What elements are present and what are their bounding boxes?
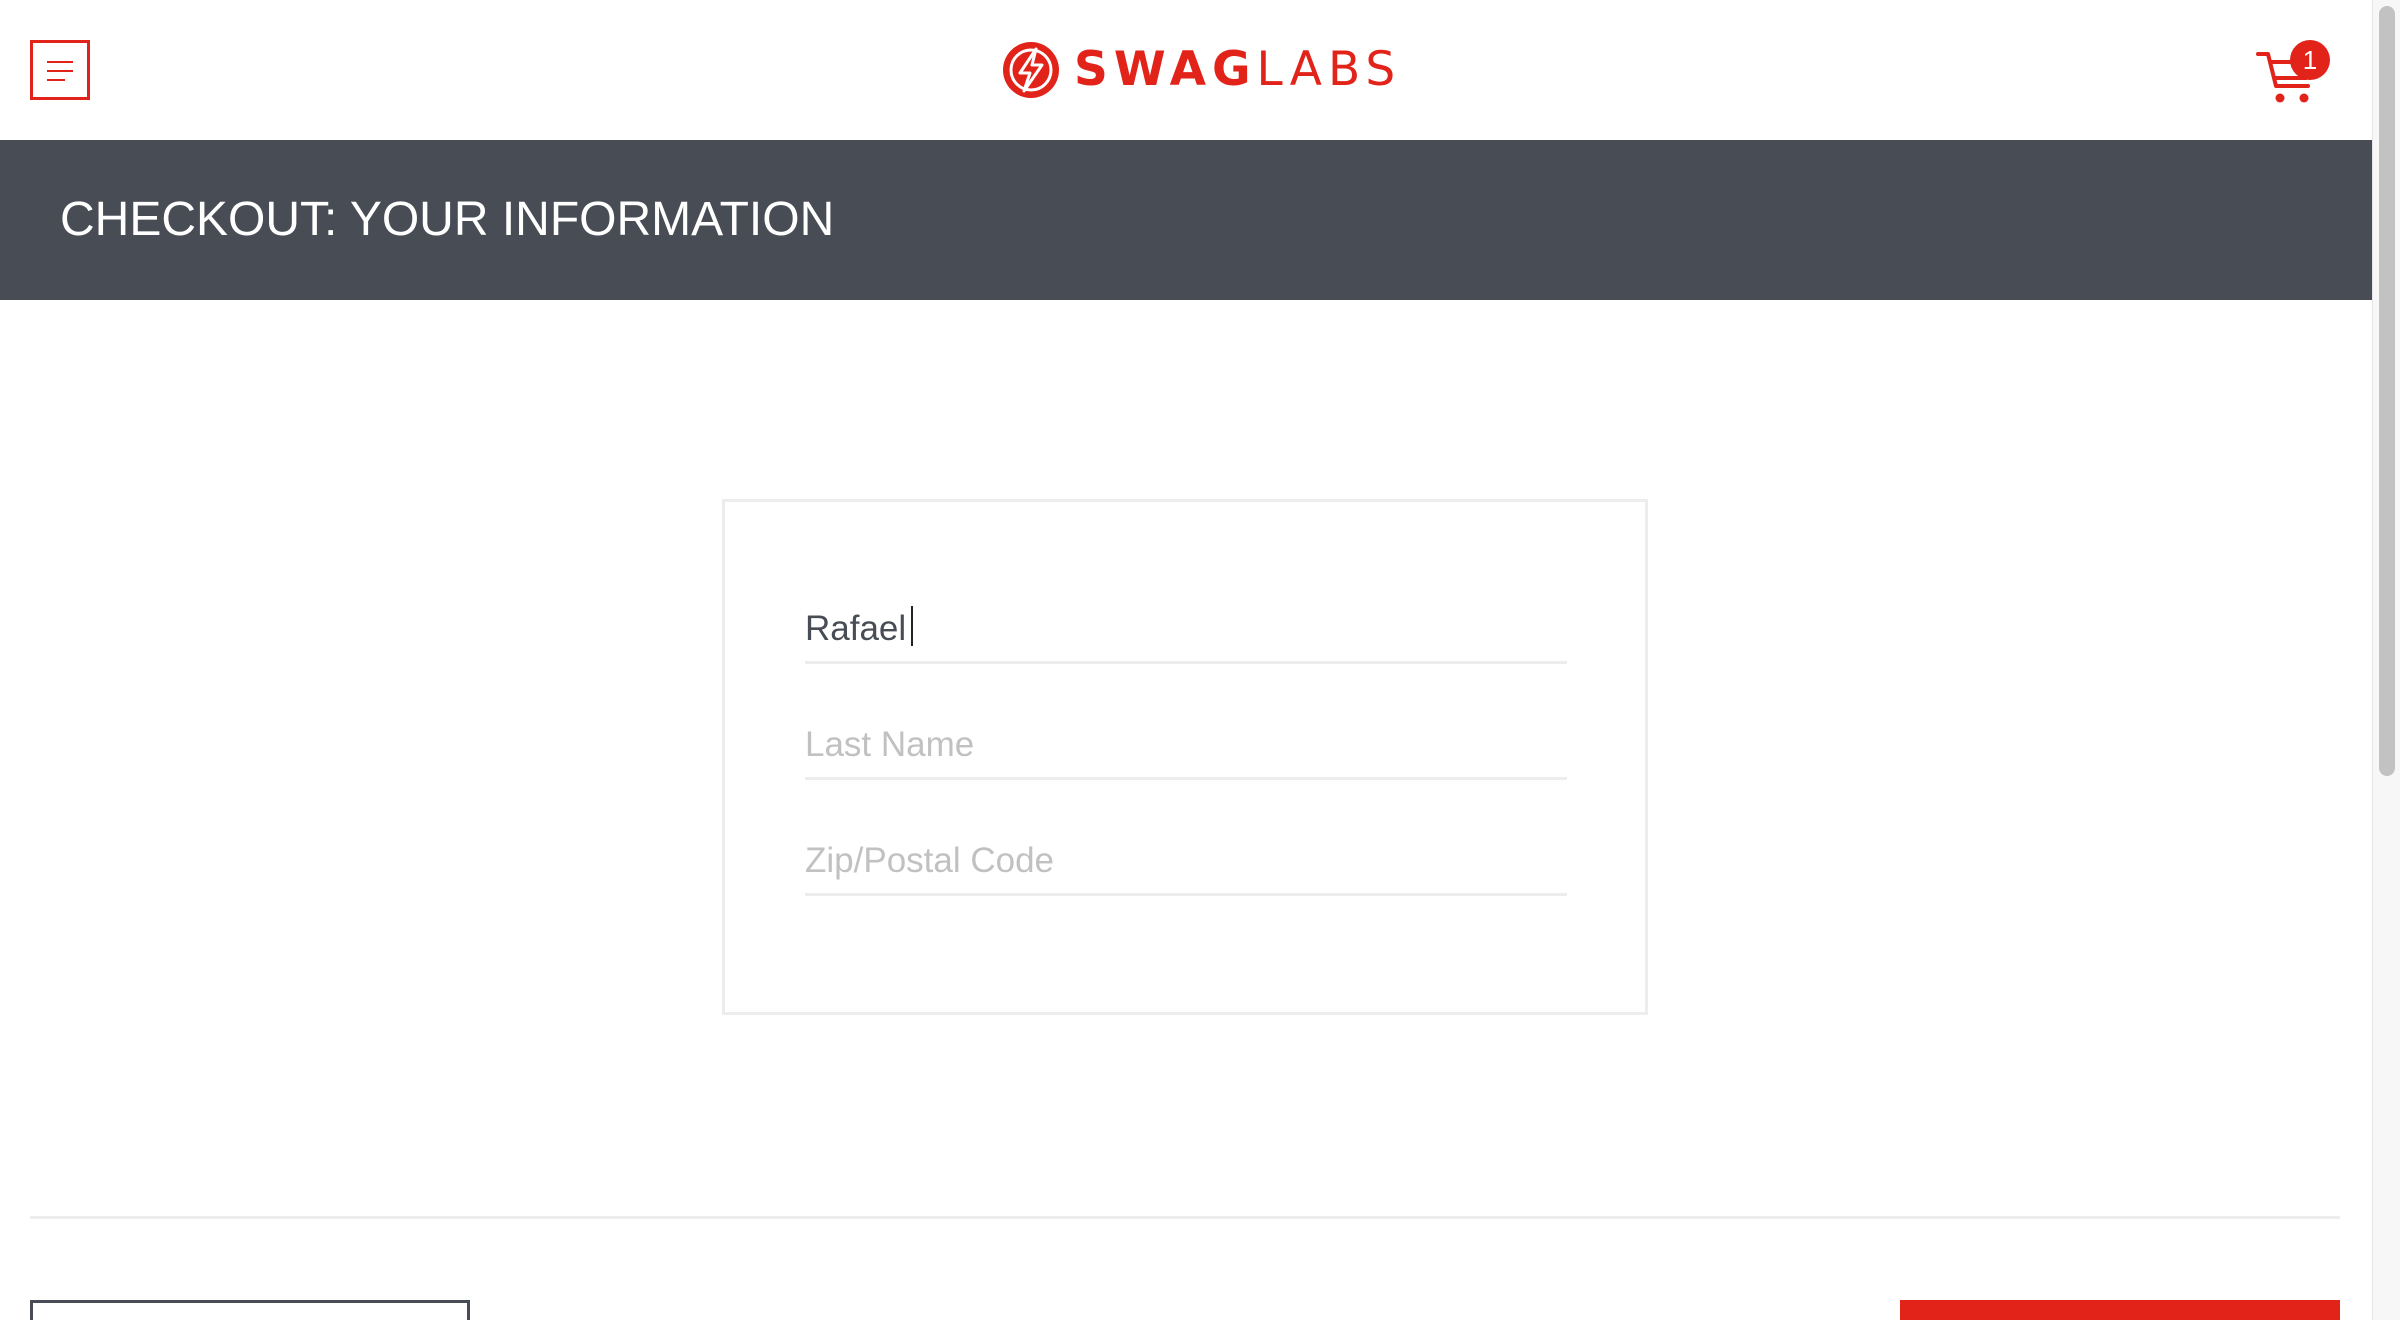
logo-text-bold: SWAG: [1074, 42, 1257, 97]
secondary-header: CHECKOUT: YOUR INFORMATION: [0, 140, 2372, 300]
vertical-scrollbar[interactable]: [2372, 0, 2400, 1320]
first-name-field[interactable]: [805, 596, 1567, 664]
checkout-page: SWAGLABS 1 CHECKOUT: YOUR INFORMATION: [0, 0, 2372, 1320]
app-logo: SWAGLABS: [1002, 40, 1401, 100]
postal-code-field[interactable]: [805, 828, 1567, 896]
text-cursor: [911, 606, 913, 646]
menu-icon: [47, 61, 73, 81]
shopping-cart-link[interactable]: 1: [2256, 38, 2336, 110]
scrollbar-thumb[interactable]: [2379, 6, 2395, 776]
cancel-button[interactable]: [30, 1300, 470, 1320]
last-name-field[interactable]: [805, 712, 1567, 780]
menu-button[interactable]: [30, 40, 90, 100]
app-header: SWAGLABS 1: [0, 0, 2372, 140]
footer-divider: [30, 1216, 2340, 1219]
checkout-info-form: [722, 499, 1648, 1015]
cart-badge: 1: [2290, 40, 2330, 80]
logo-text: SWAGLABS: [1074, 40, 1401, 100]
continue-button[interactable]: [1900, 1300, 2340, 1320]
page-title: CHECKOUT: YOUR INFORMATION: [60, 193, 835, 246]
lightning-bolt-icon: [1003, 42, 1059, 98]
logo-text-light: LABS: [1256, 42, 1402, 97]
